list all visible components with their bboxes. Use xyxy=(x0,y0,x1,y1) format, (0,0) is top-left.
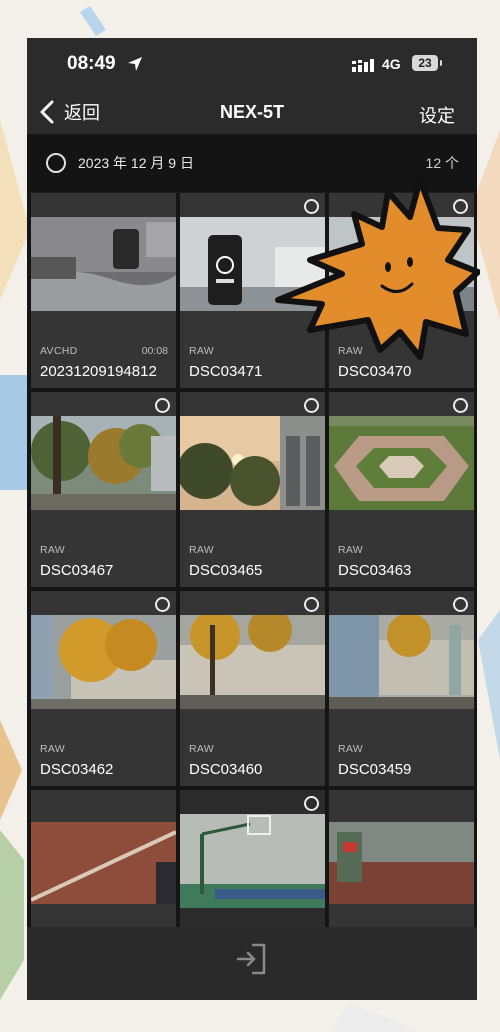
photo-thumbnail xyxy=(180,814,325,908)
photo-format: AVCHD xyxy=(40,345,78,357)
select-radio-icon[interactable] xyxy=(155,597,170,612)
photo-name: DSC03467 xyxy=(40,562,114,579)
page-title: NEX-5T xyxy=(219,102,284,122)
battery-tip xyxy=(440,60,442,66)
cellular-signal-icon xyxy=(352,59,374,72)
photo-tile[interactable]: RAW DSC03465 xyxy=(180,392,325,587)
select-radio-icon[interactable] xyxy=(155,398,170,413)
photo-name: 20231209194812 xyxy=(40,363,157,380)
photo-thumbnail xyxy=(31,615,176,709)
battery-icon: 23 xyxy=(412,55,438,71)
photo-tile[interactable]: RAW DSC03459 xyxy=(329,591,474,786)
group-date: 2023 年 12 月 9 日 xyxy=(78,155,194,171)
select-radio-icon[interactable] xyxy=(304,597,319,612)
photo-tile[interactable] xyxy=(329,790,474,927)
photo-thumbnail xyxy=(329,615,474,709)
import-arrow-icon[interactable] xyxy=(234,941,270,977)
photo-tile[interactable] xyxy=(180,790,325,927)
select-all-radio-icon[interactable] xyxy=(46,153,66,173)
photo-name: DSC03471 xyxy=(189,363,263,380)
select-radio-icon[interactable] xyxy=(453,597,468,612)
video-duration: 00:08 xyxy=(141,345,168,357)
photo-thumbnail xyxy=(31,822,176,904)
photo-format: RAW xyxy=(189,743,215,755)
location-arrow-icon xyxy=(128,57,142,71)
select-radio-icon[interactable] xyxy=(453,398,468,413)
maple-leaf-sticker xyxy=(275,177,480,360)
photo-thumbnail xyxy=(31,217,176,311)
photo-format: RAW xyxy=(338,743,364,755)
photo-name: DSC03465 xyxy=(189,562,263,579)
photo-tile[interactable]: RAW DSC03463 xyxy=(329,392,474,587)
network-type: 4G xyxy=(382,56,401,72)
photo-format: RAW xyxy=(189,345,215,357)
select-radio-icon[interactable] xyxy=(304,398,319,413)
photo-thumbnail xyxy=(31,416,176,510)
photo-name: DSC03470 xyxy=(338,363,412,380)
navigation-bar: 返回 NEX-5T 设定 xyxy=(27,90,477,134)
settings-button[interactable]: 设定 xyxy=(419,102,455,128)
photo-thumbnail xyxy=(329,822,474,904)
photo-name: DSC03459 xyxy=(338,761,412,778)
bottom-toolbar xyxy=(27,927,477,1000)
photo-format: RAW xyxy=(40,544,66,556)
photo-tile[interactable]: RAW DSC03467 xyxy=(31,392,176,587)
photo-tile[interactable]: RAW DSC03460 xyxy=(180,591,325,786)
status-bar: 08:49 4G 23 xyxy=(27,38,477,90)
photo-format: RAW xyxy=(40,743,66,755)
photo-name: DSC03463 xyxy=(338,562,412,579)
group-count: 12 个 xyxy=(425,155,459,171)
photo-name: DSC03462 xyxy=(40,761,114,778)
photo-format: RAW xyxy=(189,544,215,556)
status-time: 08:49 xyxy=(67,53,116,74)
select-radio-icon[interactable] xyxy=(304,796,319,811)
photo-thumbnail xyxy=(180,615,325,709)
photo-format: RAW xyxy=(338,544,364,556)
photo-tile[interactable] xyxy=(31,790,176,927)
photo-name: DSC03460 xyxy=(189,761,263,778)
photo-thumbnail xyxy=(329,416,474,510)
photo-thumbnail xyxy=(180,416,325,510)
photo-tile[interactable]: AVCHD 00:08 20231209194812 xyxy=(31,193,176,388)
photo-tile[interactable]: RAW DSC03462 xyxy=(31,591,176,786)
